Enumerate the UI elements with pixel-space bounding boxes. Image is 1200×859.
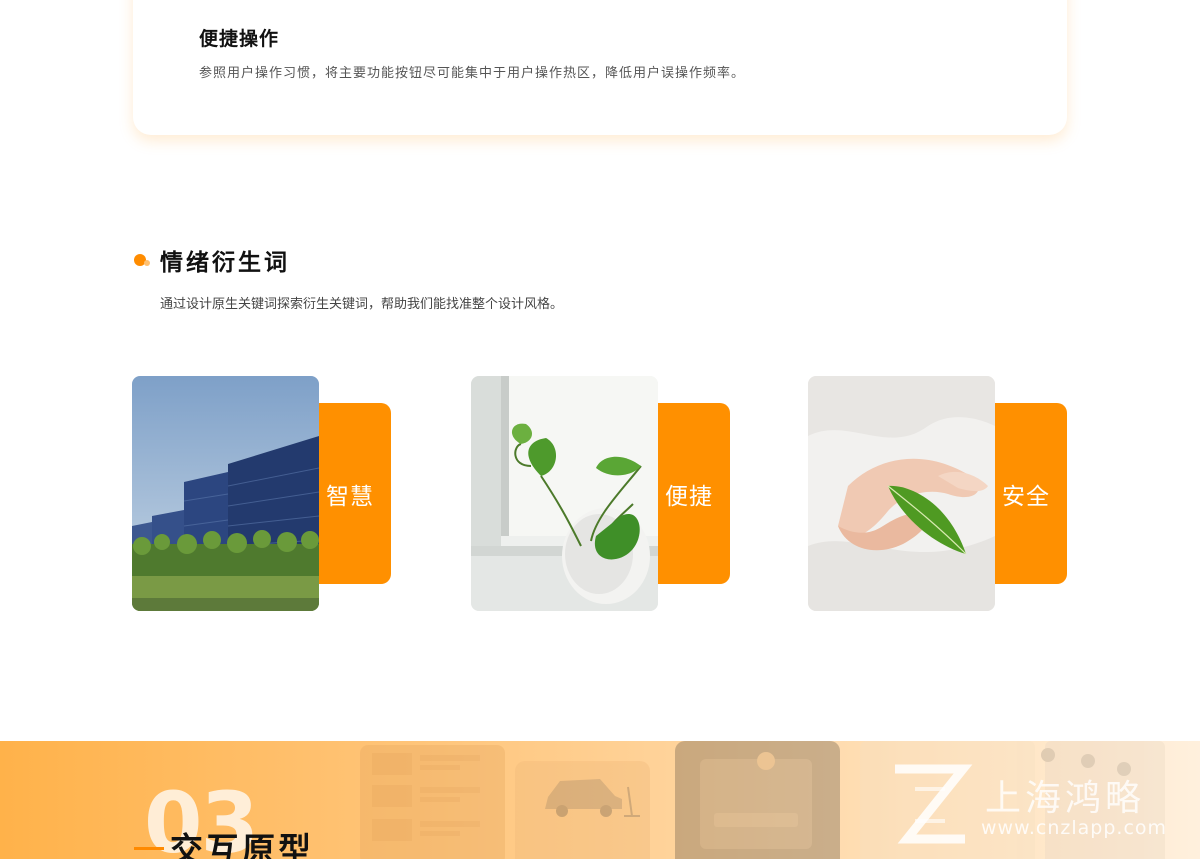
feature-description: 参照用户操作习惯，将主要功能按钮尽可能集中于用户操作热区，降低用户误操作频率。 — [199, 66, 746, 81]
prototype-title: 交互原型 — [170, 830, 314, 859]
feature-card: 便捷操作 参照用户操作习惯，将主要功能按钮尽可能集中于用户操作热区，降低用户误操… — [133, 0, 1067, 135]
keyword-tag: 安全 — [995, 403, 1067, 584]
watermark: 上海鸿略 www.cnzlapp.com — [885, 741, 1185, 859]
keyword-card-smart: 智慧 — [132, 376, 392, 611]
keyword-tag: 便捷 — [658, 403, 730, 584]
keyword-card-safe: 安全 — [808, 376, 1068, 611]
watermark-brand: 上海鸿略 — [985, 778, 1146, 819]
section-title: 情绪衍生词 — [160, 250, 290, 276]
feature-title: 便捷操作 — [199, 28, 280, 50]
hands-leaf-photo — [808, 376, 995, 611]
watermark-logo-icon — [895, 764, 973, 844]
keyword-tag: 智慧 — [319, 403, 391, 584]
section-description: 通过设计原生关键词探索衍生关键词，帮助我们能找准整个设计风格。 — [160, 297, 564, 312]
keyword-label: 便捷 — [665, 483, 713, 510]
office-buildings-photo — [132, 376, 319, 611]
keyword-card-convenient: 便捷 — [471, 376, 731, 611]
prototype-section-banner: 03 交互原型 上海鸿略 www.cnzlapp.com — [0, 741, 1200, 859]
section-bullet-icon — [134, 254, 150, 268]
watermark-url: www.cnzlapp.com — [981, 817, 1168, 839]
keyword-label: 智慧 — [326, 483, 374, 510]
potted-plant-photo — [471, 376, 658, 611]
title-underline — [134, 847, 164, 850]
keyword-label: 安全 — [1002, 483, 1050, 510]
